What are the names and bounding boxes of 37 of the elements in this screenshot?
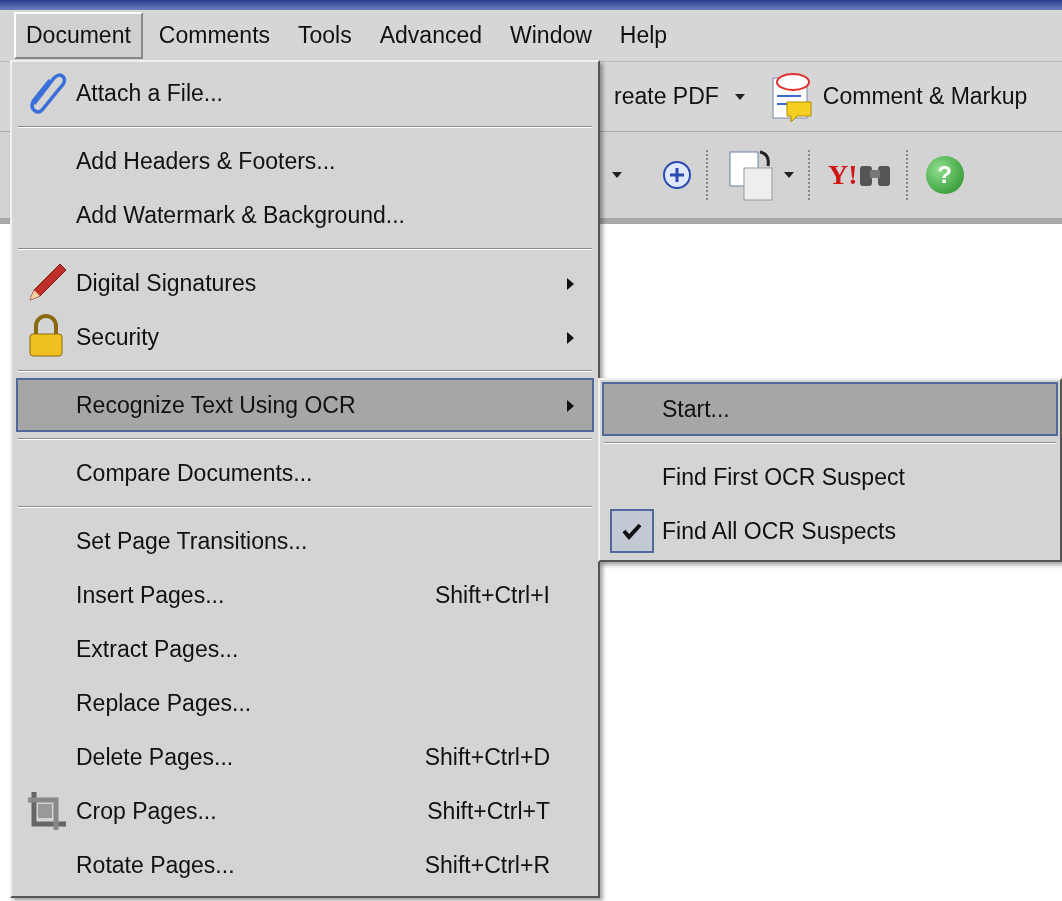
menu-item[interactable]: Add Headers & Footers... xyxy=(16,134,594,188)
menu-bar-item[interactable]: Advanced xyxy=(367,12,495,59)
caret-icon xyxy=(784,172,794,178)
menu-item[interactable]: Extract Pages... xyxy=(16,622,594,676)
menu-bar-item[interactable]: Document xyxy=(14,12,143,59)
zoom-in-icon xyxy=(662,160,692,190)
menu-item[interactable]: Crop Pages... Shift+Ctrl+T xyxy=(16,784,594,838)
shortcut-text: Shift+Ctrl+D xyxy=(424,742,550,772)
menu-item[interactable]: Security xyxy=(16,310,594,364)
menu-item[interactable]: Replace Pages... xyxy=(16,676,594,730)
search-logo[interactable]: Y! xyxy=(828,154,858,196)
menu-bar-item[interactable]: Comments xyxy=(146,12,283,59)
menu-item[interactable]: Set Page Transitions... xyxy=(16,514,594,568)
menu-item[interactable]: Delete Pages... Shift+Ctrl+D xyxy=(16,730,594,784)
caret-icon xyxy=(734,93,745,100)
menu-item[interactable]: Find First OCR Suspect xyxy=(602,450,1058,504)
menu-item[interactable]: Add Watermark & Background... xyxy=(16,188,594,242)
checkmark-icon xyxy=(621,522,643,540)
menu-item[interactable]: Digital Signatures xyxy=(16,256,594,310)
menu-bar-item[interactable]: Tools xyxy=(286,12,364,59)
menu-bar-item[interactable]: Help xyxy=(607,12,680,59)
caret-icon xyxy=(612,172,622,178)
create-pdf-button[interactable]: reate PDF xyxy=(614,79,719,114)
comment-markup-button[interactable]: Comment & Markup xyxy=(822,79,1028,114)
menu-item[interactable]: Insert Pages... Shift+Ctrl+I xyxy=(16,568,594,622)
menu-item[interactable]: Recognize Text Using OCR xyxy=(16,378,594,432)
shortcut-text: Shift+Ctrl+I xyxy=(434,580,550,610)
menu-bar-item[interactable]: Window xyxy=(498,12,604,59)
menu-item[interactable]: Start... xyxy=(602,382,1058,436)
shortcut-text: Shift+Ctrl+R xyxy=(424,850,550,880)
checkbox[interactable] xyxy=(610,509,654,553)
menu-item[interactable]: Compare Documents... xyxy=(16,446,594,500)
menu-item[interactable]: Attach a File... xyxy=(16,66,594,120)
menu-item[interactable]: Find All OCR Suspects xyxy=(602,504,1058,558)
pages-icon xyxy=(726,148,776,202)
shortcut-text: Shift+Ctrl+T xyxy=(427,796,550,826)
menu-item[interactable]: Rotate Pages... Shift+Ctrl+R xyxy=(16,838,594,892)
